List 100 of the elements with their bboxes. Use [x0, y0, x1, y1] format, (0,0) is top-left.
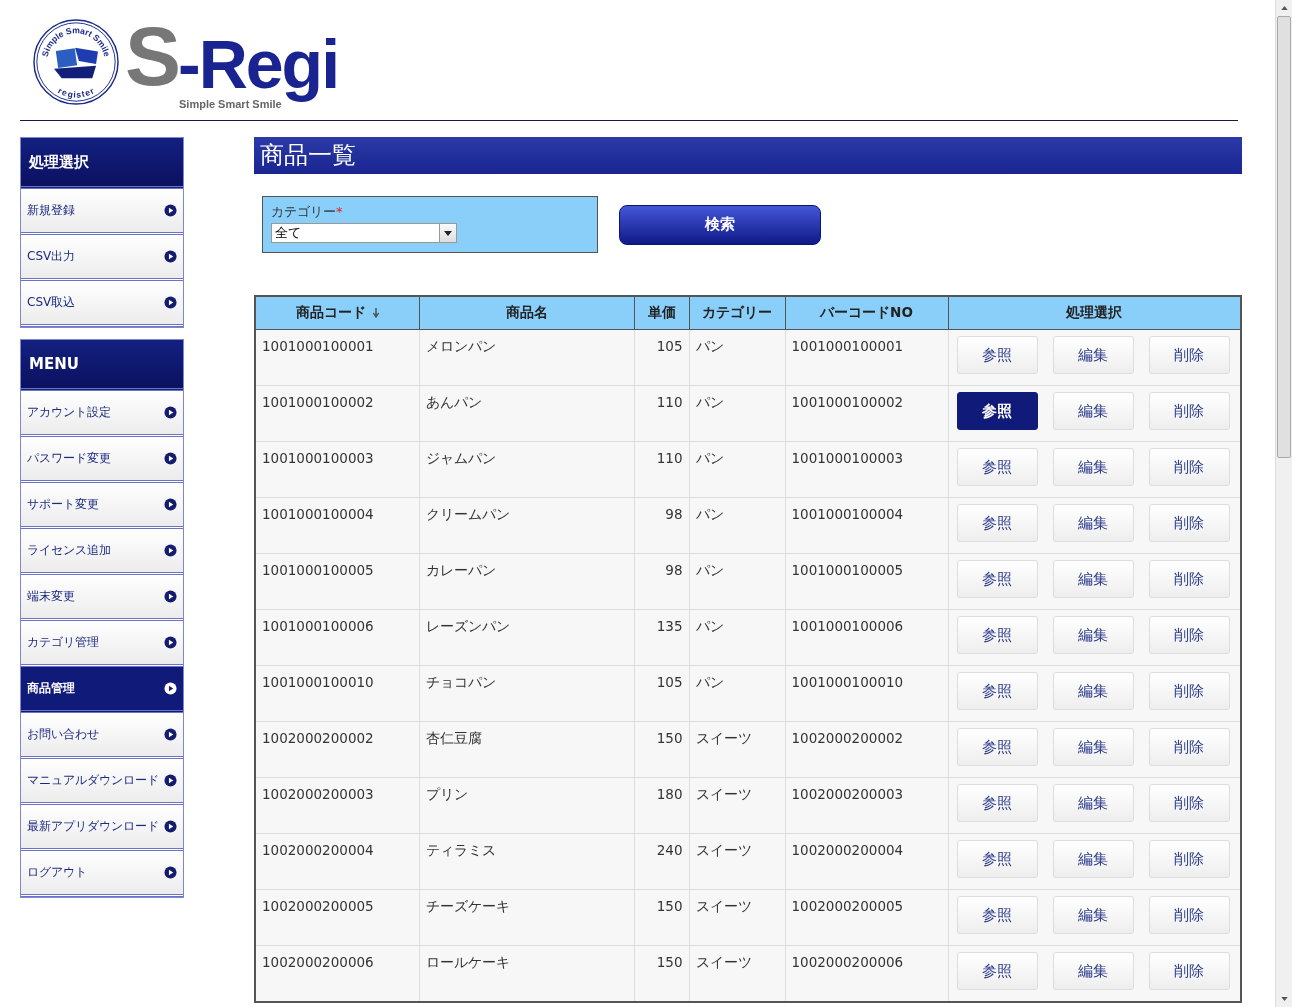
row-action-button[interactable]: 削除 — [1148, 952, 1230, 990]
row-action-button[interactable]: 参照 — [956, 560, 1038, 598]
row-action-button[interactable]: 参照 — [956, 616, 1038, 654]
row-action-button[interactable]: 編集 — [1052, 560, 1134, 598]
search-button[interactable]: 検索 — [619, 204, 821, 245]
column-header: カテゴリー — [689, 296, 785, 330]
row-action-button[interactable]: 削除 — [1148, 784, 1230, 822]
row-action-button[interactable]: 参照 — [956, 952, 1038, 990]
row-action-button[interactable]: 削除 — [1148, 728, 1230, 766]
arrow-circle-icon — [164, 728, 177, 741]
row-action-button[interactable]: 編集 — [1052, 672, 1134, 710]
row-action-button[interactable]: 編集 — [1052, 840, 1134, 878]
row-action-button[interactable]: 編集 — [1052, 728, 1134, 766]
category-label: カテゴリー* — [271, 203, 344, 221]
arrow-circle-icon — [164, 774, 177, 787]
row-action-button[interactable]: 削除 — [1148, 392, 1230, 430]
table-cell: 1001000100006 — [785, 609, 948, 666]
row-action-button[interactable]: 編集 — [1052, 504, 1134, 542]
row-action-button[interactable]: 参照 — [956, 840, 1038, 878]
category-dropdown[interactable]: 全て — [271, 223, 457, 243]
row-action-button[interactable]: 削除 — [1148, 672, 1230, 710]
row-action-button[interactable]: 参照 — [956, 672, 1038, 710]
table-cell: パン — [689, 441, 785, 498]
column-header: 単価 — [634, 296, 689, 330]
table-cell: 1002000200004 — [255, 833, 419, 890]
row-action-button[interactable]: 参照 — [956, 392, 1038, 430]
row-action-button[interactable]: 編集 — [1052, 952, 1134, 990]
table-cell: 1002000200004 — [785, 833, 948, 890]
logo-tagline: Simple Smart Smile — [179, 98, 282, 110]
row-action-button[interactable]: 参照 — [956, 728, 1038, 766]
row-action-button[interactable]: 参照 — [956, 336, 1038, 374]
table-cell: 150 — [634, 721, 689, 778]
table-cell: 1001000100003 — [255, 441, 419, 498]
table-cell: 1002000200003 — [255, 777, 419, 834]
table-cell: ジャムパン — [419, 441, 634, 498]
row-action-button[interactable]: 参照 — [956, 448, 1038, 486]
table-cell: 1001000100002 — [255, 385, 419, 442]
table-cell: スイーツ — [689, 889, 785, 946]
arrow-circle-icon — [164, 498, 177, 511]
row-action-button[interactable]: 編集 — [1052, 784, 1134, 822]
row-action-button[interactable]: 削除 — [1148, 896, 1230, 934]
table-cell: 180 — [634, 777, 689, 834]
table-cell: スイーツ — [689, 833, 785, 890]
table-cell: カレーパン — [419, 553, 634, 610]
table-cell: パン — [689, 609, 785, 666]
table-cell: 1001000100001 — [255, 329, 419, 386]
arrow-circle-icon — [164, 406, 177, 419]
table-cell: 1001000100004 — [785, 497, 948, 554]
table-cell: スイーツ — [689, 721, 785, 778]
table-cell: チーズケーキ — [419, 889, 634, 946]
table-cell: 1001000100001 — [785, 329, 948, 386]
table-cell: 105 — [634, 665, 689, 722]
table-cell: スイーツ — [689, 945, 785, 1002]
sidebar-section-title: MENU — [21, 340, 183, 391]
table-cell: ティラミス — [419, 833, 634, 890]
table-cell: レーズンパン — [419, 609, 634, 666]
table-cell: パン — [689, 329, 785, 386]
row-action-button[interactable]: 削除 — [1148, 336, 1230, 374]
row-action-button[interactable]: 参照 — [956, 896, 1038, 934]
arrow-circle-icon — [164, 204, 177, 217]
table-cell: 1001000100005 — [255, 553, 419, 610]
row-action-button[interactable]: 削除 — [1148, 504, 1230, 542]
sidebar-section-title: 処理選択 — [21, 138, 183, 189]
row-action-button[interactable]: 編集 — [1052, 448, 1134, 486]
row-action-button[interactable]: 参照 — [956, 784, 1038, 822]
table-cell: クリームパン — [419, 497, 634, 554]
row-action-button[interactable]: 削除 — [1148, 560, 1230, 598]
table-cell: 1001000100010 — [255, 665, 419, 722]
row-action-button[interactable]: 参照 — [956, 504, 1038, 542]
row-action-button[interactable]: 編集 — [1052, 616, 1134, 654]
row-action-button[interactable]: 削除 — [1148, 616, 1230, 654]
table-cell: 1002000200005 — [785, 889, 948, 946]
arrow-circle-icon — [164, 820, 177, 833]
table-cell: パン — [689, 665, 785, 722]
table-cell: 1001000100005 — [785, 553, 948, 610]
scrollbar-thumb[interactable] — [1277, 16, 1291, 458]
table-cell: 110 — [634, 385, 689, 442]
table-cell: 240 — [634, 833, 689, 890]
table-cell: 98 — [634, 553, 689, 610]
table-cell: 杏仁豆腐 — [419, 721, 634, 778]
table-cell: 135 — [634, 609, 689, 666]
arrow-circle-icon — [164, 296, 177, 309]
row-action-button[interactable]: 削除 — [1148, 840, 1230, 878]
arrow-circle-icon — [164, 636, 177, 649]
row-action-button[interactable]: 削除 — [1148, 448, 1230, 486]
page-title: 商品一覧 — [254, 137, 1242, 174]
arrow-circle-icon — [164, 590, 177, 603]
arrow-circle-icon — [164, 682, 177, 695]
table-cell: 1001000100004 — [255, 497, 419, 554]
row-action-button[interactable]: 編集 — [1052, 392, 1134, 430]
sidebar-item[interactable]: 商品管理 — [21, 667, 183, 713]
table-cell: 1002000200006 — [255, 945, 419, 1002]
logo-wordmark-s: S — [125, 14, 179, 98]
arrow-circle-icon — [164, 544, 177, 557]
vertical-scrollbar[interactable] — [1275, 0, 1292, 1007]
row-action-button[interactable]: 編集 — [1052, 896, 1134, 934]
table-cell: 150 — [634, 945, 689, 1002]
column-header: バーコードNO — [785, 296, 948, 330]
row-action-button[interactable]: 編集 — [1052, 336, 1134, 374]
table-cell: メロンパン — [419, 329, 634, 386]
